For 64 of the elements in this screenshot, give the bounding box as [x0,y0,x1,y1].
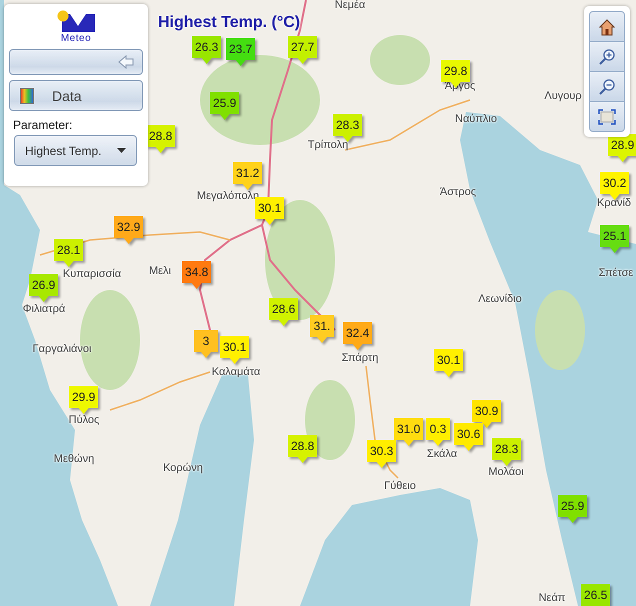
place-label: Ναύπλιο [455,113,497,126]
temperature-marker[interactable]: 26.5 [581,584,610,606]
place-label: Γαργαλιάνοι [32,343,92,356]
place-label: Μολάοι [488,466,524,479]
temperature-marker[interactable]: 30.1 [220,336,250,364]
temperature-marker[interactable]: 26.3 [192,36,222,64]
temperature-marker[interactable]: 26.9 [29,274,58,302]
temperature-marker[interactable]: 31.0 [394,418,424,446]
place-label: Σπάρτη [342,352,378,365]
place-label: Νεμέα [334,0,366,12]
temperature-marker[interactable]: 30.3 [367,440,396,468]
temperature-marker[interactable]: 30.1 [255,197,284,225]
temperature-marker[interactable]: 28.8 [146,125,176,153]
place-label: Λυγουρ [544,90,582,103]
place-label: Τρίπολη [308,139,348,152]
place-label: Νεάπ [538,592,566,605]
place-label: Σπέτσε [598,267,634,280]
temperature-marker[interactable]: 34.8 [182,261,212,289]
zoom-out-button[interactable] [589,71,625,102]
place-label: Σκάλα [426,448,458,461]
zoom-out-icon [598,78,616,96]
forest-area [370,35,430,85]
place-label: Μεθώνη [54,453,94,466]
temperature-marker[interactable]: 0.3 [426,418,450,446]
home-button[interactable] [589,11,625,42]
zoom-in-icon [598,48,616,66]
temperature-marker[interactable]: 31. [310,315,334,343]
place-label: Φιλιατρά [22,303,66,316]
temperature-marker[interactable]: 28.9 [608,134,636,162]
temperature-marker[interactable]: 27.7 [288,36,318,64]
zoom-in-button[interactable] [589,41,625,72]
place-label: Καλαμάτα [212,366,260,379]
temperature-marker[interactable]: 32.9 [114,216,144,244]
place-label: Πύλος [68,414,100,427]
logo-text: Meteo [60,33,92,44]
caret-icon [117,148,126,153]
temperature-marker[interactable]: 3 [194,330,218,358]
temperature-marker[interactable]: 29.9 [69,386,98,414]
place-label: Άστρος [440,186,476,199]
temperature-marker[interactable]: 30.6 [454,423,484,451]
place-label: Κορώνη [163,462,203,475]
full-extent-icon [598,108,616,124]
temperature-marker[interactable]: 28.6 [269,298,298,326]
parameter-label: Parameter: [13,118,74,132]
place-label: Λεωνίδιο [478,293,522,306]
house-icon [598,18,616,36]
temperature-marker[interactable]: 28.3 [492,438,522,466]
map-title: Highest Temp. (°C) [158,14,300,32]
left-arrow-icon [118,55,134,69]
meteo-logo-icon [57,10,95,32]
data-button[interactable]: Data [9,80,143,111]
temperature-marker[interactable]: 31.2 [233,162,262,190]
place-label: Κρανίδ [596,197,632,210]
temperature-marker[interactable]: 28.8 [288,435,318,463]
temperature-marker[interactable]: 28.1 [54,239,84,267]
zoom-extent-button[interactable] [589,101,625,132]
temperature-marker[interactable]: 30.1 [434,349,464,377]
place-label: Μελι [149,265,171,278]
temperature-marker[interactable]: 32.4 [343,322,372,350]
place-label: Κυπαρισσία [62,268,122,281]
temperature-marker[interactable]: 30.9 [472,400,502,428]
parameter-dropdown[interactable]: Highest Temp. [14,135,137,166]
color-spectrum-icon [20,88,34,104]
place-label: Γύθειο [384,480,416,493]
